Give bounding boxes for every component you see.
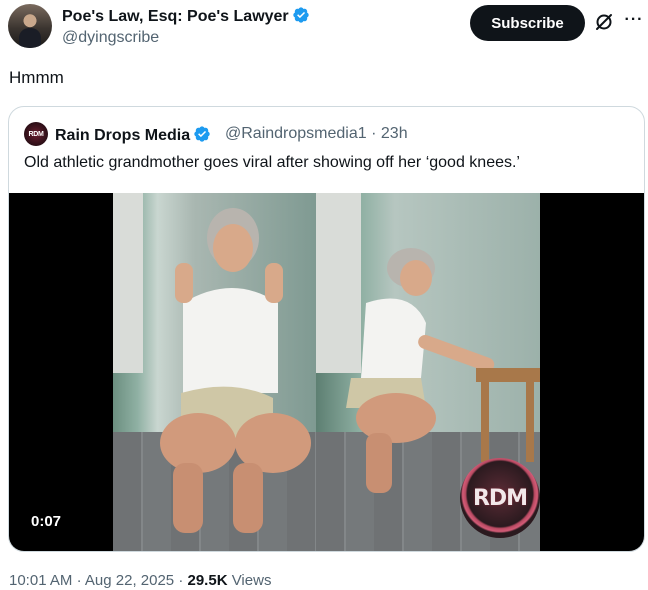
footer-separator: ·	[178, 572, 184, 589]
tweet-footer: 10:01 AM · Aug 22, 2025 · 29.5K Views	[9, 572, 271, 589]
author-name[interactable]: Poe's Law, Esq: Poe's Lawyer	[62, 6, 310, 26]
grok-slash-icon[interactable]	[594, 12, 614, 32]
tweet-text: Hmmm	[9, 68, 64, 87]
quoted-tweet-card[interactable]: RDM Rain Drops Media @Raindropsmedia1 · …	[8, 106, 645, 552]
quote-avatar-logo-text: RDM	[28, 130, 44, 138]
quote-author-name[interactable]: Rain Drops Media	[55, 125, 211, 145]
author-handle[interactable]: @dyingscribe	[62, 29, 159, 47]
quote-timestamp[interactable]: 23h	[381, 125, 408, 142]
quote-separator: ·	[371, 125, 377, 142]
quote-author-name-text: Rain Drops Media	[55, 127, 191, 144]
author-name-text: Poe's Law, Esq: Poe's Lawyer	[62, 8, 289, 25]
views-label: Views	[231, 572, 272, 589]
video-frame-left	[113, 193, 316, 551]
woman-squatting-thumbs-up	[160, 208, 311, 533]
tweet-time[interactable]: 10:01 AM	[9, 572, 72, 589]
video-duration: 0:07	[31, 513, 62, 530]
author-avatar[interactable]	[8, 4, 52, 48]
verified-badge-icon	[194, 126, 210, 142]
quote-avatar[interactable]: RDM	[24, 122, 48, 146]
footer-separator: ·	[76, 572, 82, 589]
quote-text: Old athletic grandmother goes viral afte…	[24, 154, 520, 171]
subscribe-button[interactable]: Subscribe	[470, 5, 585, 41]
quote-meta: @Raindropsmedia1 · 23h	[225, 125, 408, 143]
quote-handle[interactable]: @Raindropsmedia1	[225, 125, 367, 142]
rdm-watermark-text: RDM	[472, 485, 528, 511]
views-count: 29.5K	[187, 572, 228, 589]
tweet-date[interactable]: Aug 22, 2025	[85, 572, 174, 589]
rdm-watermark-logo: RDM	[460, 458, 540, 538]
more-horizontal-icon[interactable]: ···	[624, 10, 644, 30]
video-player[interactable]: 0:07 RDM	[9, 193, 644, 551]
verified-badge-icon	[292, 7, 309, 23]
